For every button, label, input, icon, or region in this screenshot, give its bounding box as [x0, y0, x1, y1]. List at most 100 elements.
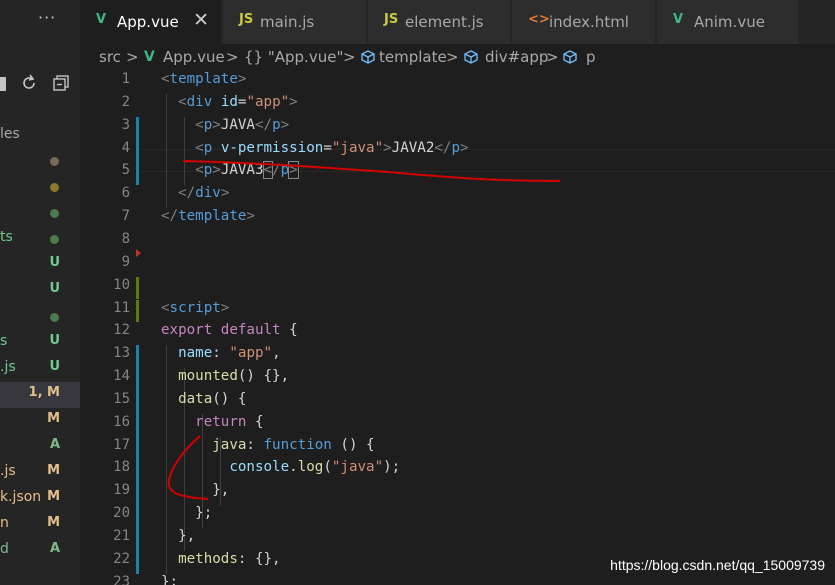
code-line[interactable]: name: "app", [161, 345, 281, 361]
code-line[interactable]: }, [161, 528, 195, 544]
code-line[interactable]: <div id="app"> [161, 94, 298, 110]
git-change-marker[interactable] [136, 482, 139, 506]
file-tree-item[interactable]: sU [0, 330, 80, 356]
code-line[interactable]: console.log("java"); [161, 459, 400, 475]
file-tree-item[interactable]: U [0, 278, 80, 304]
code-line[interactable]: return { [161, 414, 263, 430]
code-token: log [297, 459, 324, 476]
git-deleted-marker-icon[interactable] [136, 248, 141, 257]
refresh-icon[interactable] [20, 74, 38, 96]
breadcrumb-template[interactable]: template [379, 48, 447, 66]
code-token: . [289, 459, 298, 476]
code-line[interactable]: <p>JAVA</p> [161, 117, 289, 133]
code-line[interactable]: java: function () { [161, 436, 374, 453]
collapse-fragment-icon[interactable] [0, 76, 8, 95]
tab-index-html[interactable]: <> index.html [512, 0, 656, 44]
code-token: "java" [331, 459, 384, 476]
git-change-marker[interactable] [136, 528, 139, 551]
collapse-all-icon[interactable] [53, 74, 71, 96]
code-token: }, [161, 482, 230, 499]
git-change-marker[interactable] [136, 345, 139, 369]
code-line[interactable]: mounted() {}, [161, 368, 289, 384]
code-token: < [178, 93, 187, 110]
code-token: > [280, 116, 290, 133]
code-token: < [161, 299, 170, 316]
file-tree-item[interactable]: 1, M [0, 382, 80, 408]
file-tree-item[interactable]: dA [0, 538, 80, 564]
code-line[interactable]: export default { [161, 322, 298, 338]
close-icon[interactable]: ✕ [193, 9, 209, 31]
code-token: }; [161, 505, 213, 522]
code-line[interactable]: <template> [161, 71, 246, 87]
breadcrumb-sep: > [343, 48, 356, 66]
code-line[interactable]: <p>JAVA3</p> [161, 161, 299, 180]
git-change-marker[interactable] [136, 390, 139, 414]
code-line[interactable]: </div> [161, 185, 229, 201]
code-line[interactable]: data() { [161, 391, 246, 407]
status-dot-icon [50, 235, 59, 244]
file-tree-item[interactable] [0, 174, 80, 200]
code-token: > [220, 185, 230, 202]
code-token: = [323, 139, 332, 156]
status-dot-icon [50, 209, 59, 218]
code-token: </ [434, 139, 452, 156]
file-tree-item[interactable]: .js M [0, 460, 80, 486]
code-line[interactable]: }; [161, 505, 212, 521]
git-change-marker[interactable] [136, 162, 139, 186]
git-change-marker[interactable] [136, 116, 139, 140]
git-change-marker[interactable] [136, 139, 139, 163]
file-tree-item[interactable] [0, 148, 80, 174]
code-line[interactable]: methods: {}, [161, 551, 281, 567]
tab-anim-vue[interactable]: V Anim.vue [657, 0, 799, 44]
git-change-marker[interactable] [136, 413, 139, 437]
breadcrumb-src[interactable]: src [99, 48, 121, 66]
file-tree-item[interactable]: ts [0, 226, 80, 252]
code-line[interactable]: <script> [161, 300, 229, 316]
file-tree-item[interactable]: M [0, 408, 80, 434]
more-actions-button[interactable]: ··· [38, 8, 56, 27]
file-tree-item[interactable] [0, 200, 80, 226]
sidebar-header: ··· [0, 0, 80, 44]
tab-element-js[interactable]: JS element.js [368, 0, 511, 44]
line-number: 23 [113, 573, 130, 585]
file-tree-item[interactable]: .js U [0, 356, 80, 382]
code-editor[interactable]: 1 2 3 4 5 6 7 8 9 10 11 12 13 14 15 16 17 18 19 20 21 22 23 <t… [80, 70, 835, 585]
line-number: 9 [121, 253, 130, 270]
line-number: 8 [121, 230, 130, 247]
code-line[interactable]: }, [161, 482, 229, 498]
breadcrumb-div[interactable]: div#app [485, 48, 548, 66]
file-tree-item[interactable] [0, 304, 80, 330]
git-change-marker[interactable] [136, 276, 139, 300]
status-dot-icon [50, 157, 59, 166]
code-line[interactable]: }; [161, 574, 178, 585]
tab-app-vue[interactable]: V App.vue ✕ [80, 0, 222, 44]
git-status-badge: U [49, 333, 60, 348]
code-line[interactable]: </template> [161, 208, 255, 224]
code-token: ( [323, 459, 332, 476]
git-change-marker[interactable] [136, 505, 139, 528]
tab-label: element.js [405, 13, 484, 31]
line-number: 5 [121, 162, 130, 179]
code-token: function [263, 436, 332, 453]
tab-main-js[interactable]: JS main.js [223, 0, 367, 44]
vue-file-icon: V [673, 12, 684, 27]
git-change-marker[interactable] [136, 459, 139, 483]
git-change-marker[interactable] [136, 299, 139, 323]
git-change-marker[interactable] [136, 436, 139, 460]
breadcrumb-sep: > [446, 48, 459, 66]
breadcrumb-file[interactable]: App.vue [163, 48, 225, 66]
breadcrumb-component[interactable]: {} "App.vue" [244, 48, 343, 66]
code-token: > [246, 208, 255, 225]
git-change-marker[interactable] [136, 550, 139, 574]
file-tree-item[interactable]: U [0, 252, 80, 278]
git-change-marker[interactable] [136, 368, 139, 391]
code-line[interactable]: <p v-permission="java">JAVA2</p> [161, 139, 468, 156]
breadcrumb-p[interactable]: p [586, 48, 596, 66]
tab-label: App.vue [117, 13, 179, 31]
file-tree-item[interactable]: A [0, 434, 80, 460]
file-tree-item[interactable]: k.json M [0, 486, 80, 512]
file-tree-item[interactable]: nM [0, 512, 80, 538]
